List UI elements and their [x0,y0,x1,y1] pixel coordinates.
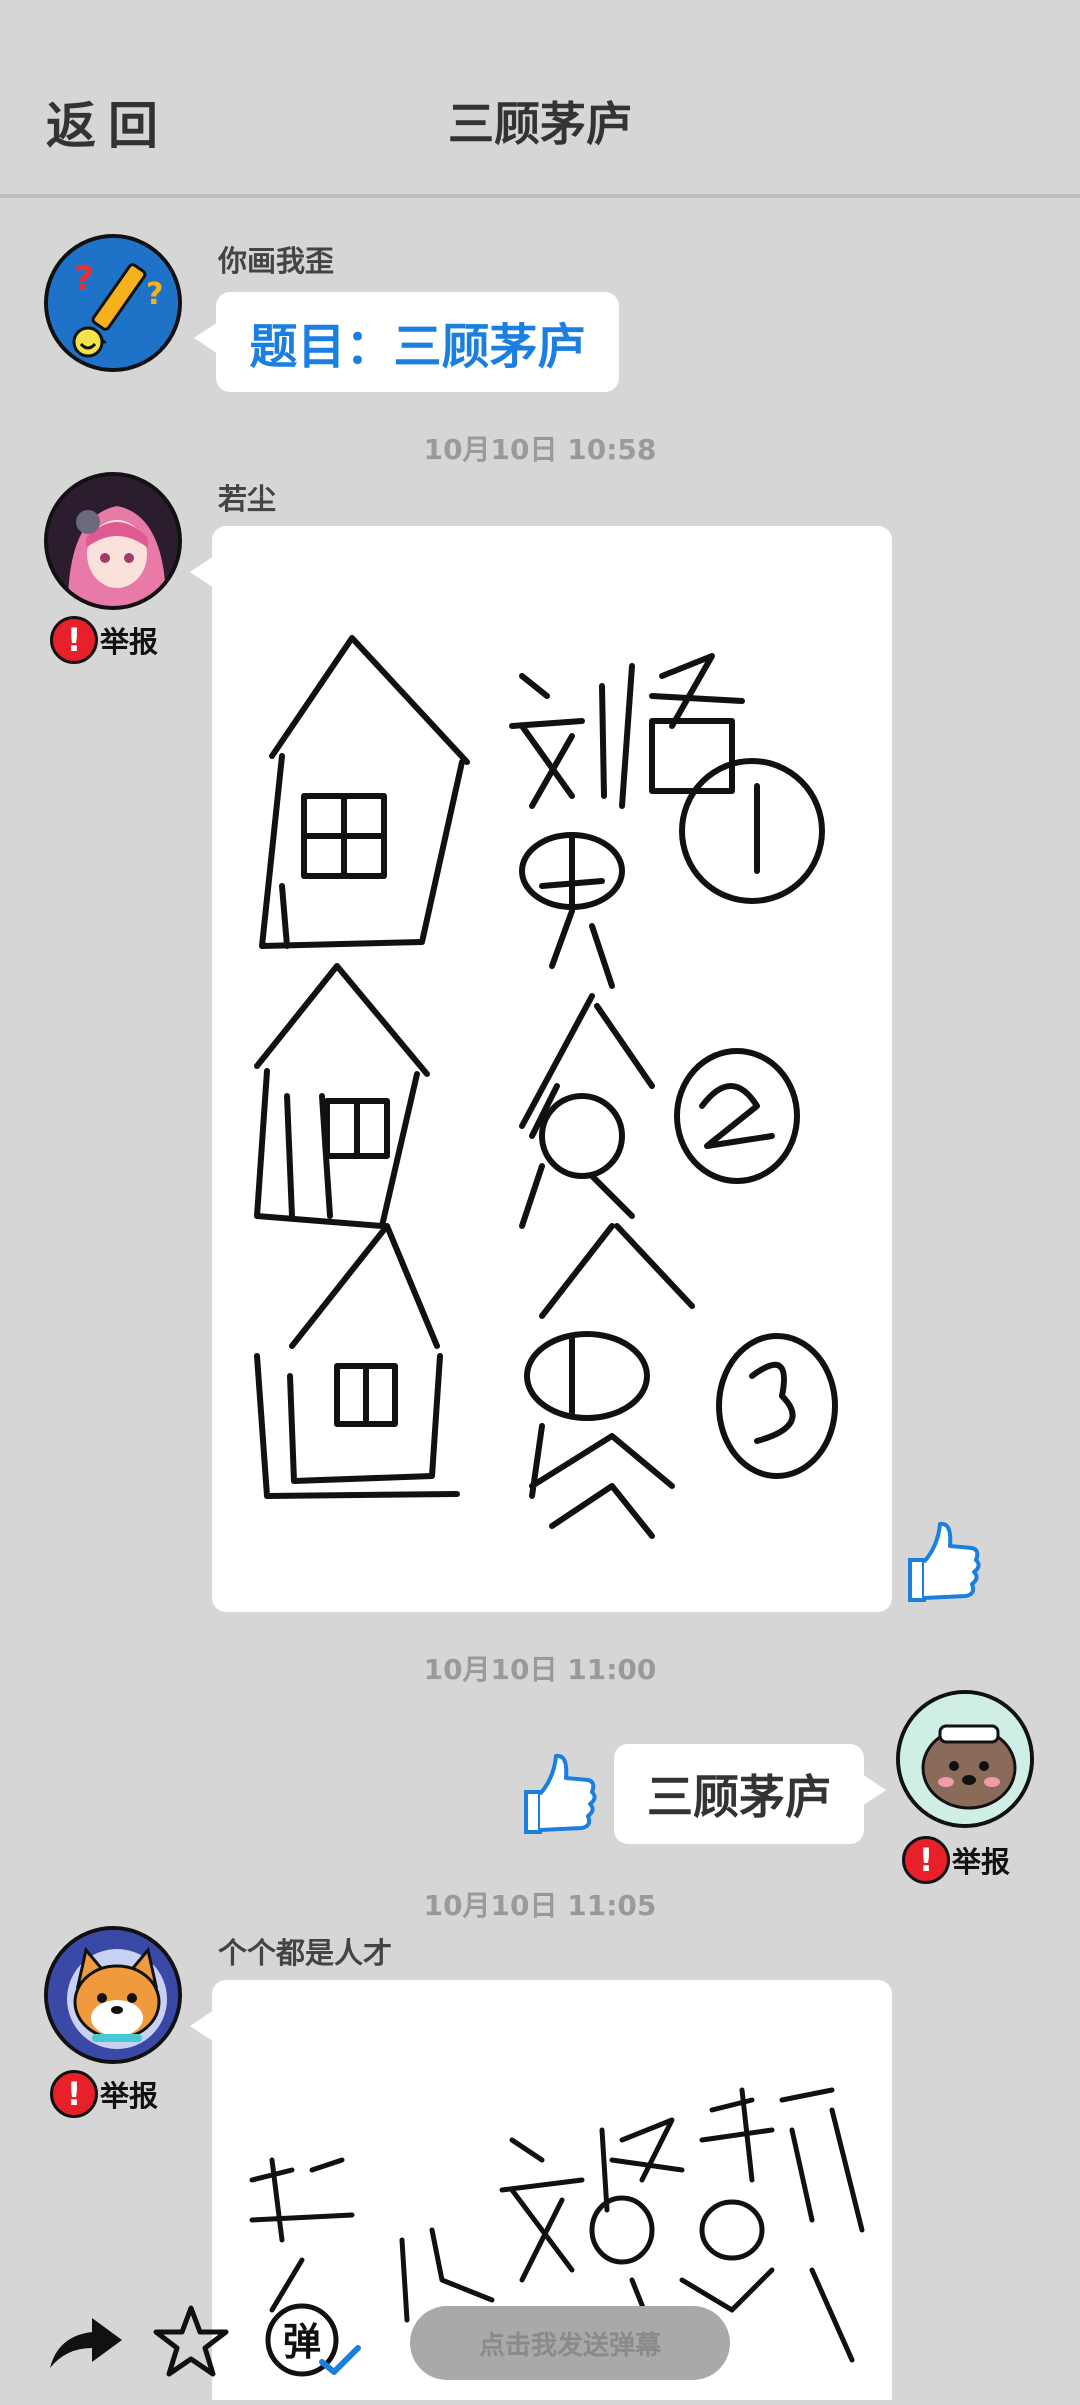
hand-drawing [254,635,838,1539]
danmaku-input[interactable]: 点击我发送弹幕 [410,2306,730,2380]
question-bubble: 题目：三顾茅庐 [194,292,619,392]
self-avatar[interactable] [896,1690,1034,1828]
question-text: 题目：三顾茅庐 [249,319,586,375]
report-label: 举报 [100,2079,159,2113]
user-avatar[interactable] [44,472,182,610]
sender-name: 你画我歪 [218,244,335,278]
anime-girl-avatar-icon [48,476,178,606]
svg-text:?: ? [146,277,163,312]
page-title: 三顾茅庐 [448,97,632,151]
report-label: 举报 [100,625,159,659]
share-arrow-icon [50,2318,122,2368]
favorite-button[interactable] [152,2302,230,2385]
report-button[interactable]: ! 举报 [50,616,158,664]
timestamp: 10月10日 10:58 [423,433,657,466]
exclamation-icon: ! [902,1836,950,1884]
danmaku-icon-label: 弹 [283,2320,321,2364]
thumbs-up-icon [524,1753,597,1834]
star-icon [153,2305,229,2377]
answer-bubble: 三顾茅庐 [614,1744,886,1844]
shiba-dog-avatar-icon [48,1930,178,2060]
exclamation-icon: ! [50,2070,98,2118]
system-avatar[interactable]: ? ? [44,234,182,372]
pencil-question-avatar-icon: ? ? [48,238,178,368]
sender-name: 个个都是人才 [218,1936,393,1970]
top-bar: 返回 三顾茅庐 [0,0,1080,198]
like-button[interactable] [518,1748,598,1843]
svg-text:?: ? [74,259,94,299]
timestamp: 10月10日 11:05 [423,1889,657,1922]
report-button[interactable]: ! 举报 [50,2070,158,2118]
sender-name: 若尘 [218,482,277,516]
like-button[interactable] [902,1516,982,1611]
danmaku-icon: 弹 [265,2303,361,2377]
share-button[interactable] [44,2310,128,2379]
report-button[interactable]: ! 举报 [902,1836,1010,1884]
report-label: 举报 [952,1845,1011,1879]
thumbs-up-icon [908,1521,981,1602]
user-avatar[interactable] [44,1926,182,2064]
exclamation-icon: ! [50,616,98,664]
danmaku-toggle[interactable]: 弹 [262,2300,366,2387]
poodle-dog-avatar-icon [900,1694,1030,1824]
drawing-bubble[interactable] [190,526,892,1612]
timestamp: 10月10日 11:00 [423,1653,657,1686]
answer-text: 三顾茅庐 [647,1770,831,1824]
